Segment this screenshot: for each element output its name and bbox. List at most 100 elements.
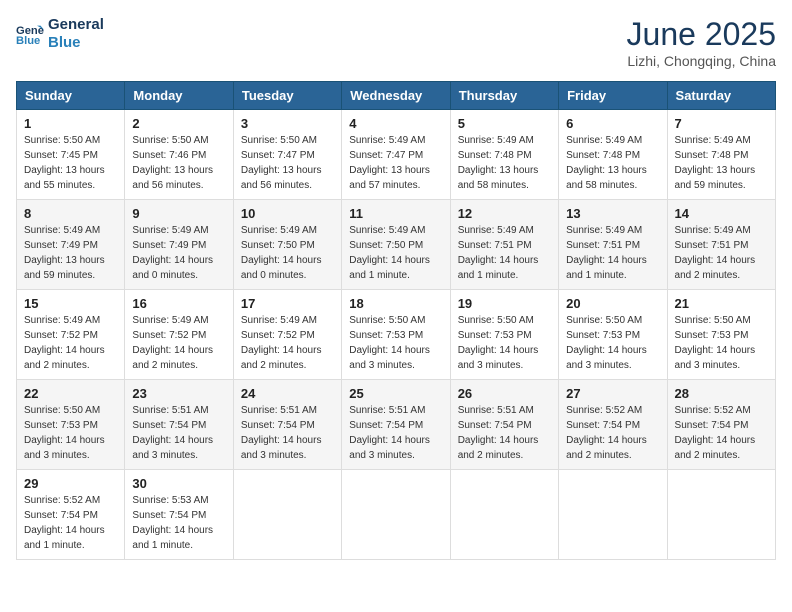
day-info: Sunrise: 5:50 AM Sunset: 7:53 PM Dayligh…	[566, 313, 659, 373]
day-info: Sunrise: 5:50 AM Sunset: 7:53 PM Dayligh…	[458, 313, 551, 373]
calendar-cell: 24Sunrise: 5:51 AM Sunset: 7:54 PM Dayli…	[233, 380, 341, 470]
day-number: 22	[24, 386, 117, 401]
calendar-day-header: Friday	[559, 82, 667, 110]
day-number: 9	[132, 206, 225, 221]
day-number: 7	[675, 116, 768, 131]
calendar-cell: 7 Sunrise: 5:49 AM Sunset: 7:48 PM Daylig…	[667, 110, 775, 200]
day-info: Sunrise: 5:50 AM Sunset: 7:45 PM Dayligh…	[24, 133, 117, 193]
day-info: Sunrise: 5:49 AM Sunset: 7:50 PM Dayligh…	[349, 223, 442, 283]
day-number: 5	[458, 116, 551, 131]
day-info: Sunrise: 5:49 AM Sunset: 7:48 PM Dayligh…	[675, 133, 768, 193]
calendar-cell: 9 Sunrise: 5:49 AM Sunset: 7:49 PM Daylig…	[125, 200, 233, 290]
logo-line1: General	[48, 16, 104, 34]
day-info: Sunrise: 5:49 AM Sunset: 7:52 PM Dayligh…	[132, 313, 225, 373]
day-number: 13	[566, 206, 659, 221]
calendar-cell: 19Sunrise: 5:50 AM Sunset: 7:53 PM Dayli…	[450, 290, 558, 380]
day-info: Sunrise: 5:49 AM Sunset: 7:51 PM Dayligh…	[566, 223, 659, 283]
day-number: 17	[241, 296, 334, 311]
calendar-cell: 21 Sunrise: 5:50 AM Sunset: 7:53 PM Dayli…	[667, 290, 775, 380]
day-number: 6	[566, 116, 659, 131]
day-number: 21	[675, 296, 768, 311]
day-info: Sunrise: 5:50 AM Sunset: 7:46 PM Dayligh…	[132, 133, 225, 193]
calendar-header-row: SundayMondayTuesdayWednesdayThursdayFrid…	[17, 82, 776, 110]
calendar-week-row: 22 Sunrise: 5:50 AM Sunset: 7:53 PM Dayli…	[17, 380, 776, 470]
calendar-cell: 4 Sunrise: 5:49 AM Sunset: 7:47 PM Daylig…	[342, 110, 450, 200]
day-info: Sunrise: 5:52 AM Sunset: 7:54 PM Dayligh…	[24, 493, 117, 553]
calendar-cell	[450, 470, 558, 560]
calendar-week-row: 1 Sunrise: 5:50 AM Sunset: 7:45 PM Daylig…	[17, 110, 776, 200]
calendar-cell: 13 Sunrise: 5:49 AM Sunset: 7:51 PM Dayli…	[559, 200, 667, 290]
day-number: 12	[458, 206, 551, 221]
day-number: 20	[566, 296, 659, 311]
page-header: General Blue General Blue June 2025 Lizh…	[16, 16, 776, 69]
day-number: 4	[349, 116, 442, 131]
day-number: 11	[349, 206, 442, 221]
calendar-cell: 27 Sunrise: 5:52 AM Sunset: 7:54 PM Dayli…	[559, 380, 667, 470]
day-info: Sunrise: 5:49 AM Sunset: 7:51 PM Dayligh…	[675, 223, 768, 283]
calendar-cell: 25 Sunrise: 5:51 AM Sunset: 7:54 PM Dayli…	[342, 380, 450, 470]
day-info: Sunrise: 5:49 AM Sunset: 7:48 PM Dayligh…	[458, 133, 551, 193]
calendar-week-row: 29 Sunrise: 5:52 AM Sunset: 7:54 PM Dayli…	[17, 470, 776, 560]
day-info: Sunrise: 5:49 AM Sunset: 7:47 PM Dayligh…	[349, 133, 442, 193]
calendar-day-header: Wednesday	[342, 82, 450, 110]
day-info: Sunrise: 5:53 AM Sunset: 7:54 PM Dayligh…	[132, 493, 225, 553]
calendar-cell: 11 Sunrise: 5:49 AM Sunset: 7:50 PM Dayli…	[342, 200, 450, 290]
calendar-subtitle: Lizhi, Chongqing, China	[627, 53, 776, 69]
calendar-cell: 1 Sunrise: 5:50 AM Sunset: 7:45 PM Daylig…	[17, 110, 125, 200]
calendar-cell: 3Sunrise: 5:50 AM Sunset: 7:47 PM Daylig…	[233, 110, 341, 200]
calendar-day-header: Tuesday	[233, 82, 341, 110]
day-number: 10	[241, 206, 334, 221]
day-info: Sunrise: 5:52 AM Sunset: 7:54 PM Dayligh…	[566, 403, 659, 463]
day-number: 29	[24, 476, 117, 491]
day-info: Sunrise: 5:49 AM Sunset: 7:51 PM Dayligh…	[458, 223, 551, 283]
day-info: Sunrise: 5:49 AM Sunset: 7:49 PM Dayligh…	[132, 223, 225, 283]
day-number: 30	[132, 476, 225, 491]
calendar-week-row: 15 Sunrise: 5:49 AM Sunset: 7:52 PM Dayli…	[17, 290, 776, 380]
calendar-body: 1 Sunrise: 5:50 AM Sunset: 7:45 PM Daylig…	[17, 110, 776, 560]
calendar-day-header: Thursday	[450, 82, 558, 110]
calendar-day-header: Monday	[125, 82, 233, 110]
calendar-week-row: 8Sunrise: 5:49 AM Sunset: 7:49 PM Daylig…	[17, 200, 776, 290]
day-number: 25	[349, 386, 442, 401]
calendar-cell: 26 Sunrise: 5:51 AM Sunset: 7:54 PM Dayli…	[450, 380, 558, 470]
calendar-cell: 8Sunrise: 5:49 AM Sunset: 7:49 PM Daylig…	[17, 200, 125, 290]
calendar-cell: 29 Sunrise: 5:52 AM Sunset: 7:54 PM Dayli…	[17, 470, 125, 560]
calendar-day-header: Sunday	[17, 82, 125, 110]
calendar-cell	[559, 470, 667, 560]
logo-icon: General Blue	[16, 20, 44, 48]
logo: General Blue General Blue	[16, 16, 104, 52]
day-info: Sunrise: 5:50 AM Sunset: 7:53 PM Dayligh…	[24, 403, 117, 463]
day-number: 23	[132, 386, 225, 401]
calendar-cell: 16 Sunrise: 5:49 AM Sunset: 7:52 PM Dayli…	[125, 290, 233, 380]
calendar-cell: 5 Sunrise: 5:49 AM Sunset: 7:48 PM Daylig…	[450, 110, 558, 200]
day-info: Sunrise: 5:50 AM Sunset: 7:47 PM Dayligh…	[241, 133, 334, 193]
day-info: Sunrise: 5:51 AM Sunset: 7:54 PM Dayligh…	[132, 403, 225, 463]
day-info: Sunrise: 5:51 AM Sunset: 7:54 PM Dayligh…	[458, 403, 551, 463]
day-number: 1	[24, 116, 117, 131]
day-number: 28	[675, 386, 768, 401]
day-number: 15	[24, 296, 117, 311]
day-number: 26	[458, 386, 551, 401]
calendar-cell: 6 Sunrise: 5:49 AM Sunset: 7:48 PM Daylig…	[559, 110, 667, 200]
calendar-cell: 15 Sunrise: 5:49 AM Sunset: 7:52 PM Dayli…	[17, 290, 125, 380]
calendar-title: June 2025	[627, 16, 776, 53]
calendar-cell: 10 Sunrise: 5:49 AM Sunset: 7:50 PM Dayli…	[233, 200, 341, 290]
day-info: Sunrise: 5:51 AM Sunset: 7:54 PM Dayligh…	[349, 403, 442, 463]
day-info: Sunrise: 5:50 AM Sunset: 7:53 PM Dayligh…	[675, 313, 768, 373]
day-number: 2	[132, 116, 225, 131]
calendar-cell	[667, 470, 775, 560]
day-info: Sunrise: 5:50 AM Sunset: 7:53 PM Dayligh…	[349, 313, 442, 373]
calendar-cell	[342, 470, 450, 560]
calendar-cell: 22 Sunrise: 5:50 AM Sunset: 7:53 PM Dayli…	[17, 380, 125, 470]
day-info: Sunrise: 5:49 AM Sunset: 7:52 PM Dayligh…	[24, 313, 117, 373]
day-info: Sunrise: 5:49 AM Sunset: 7:49 PM Dayligh…	[24, 223, 117, 283]
day-info: Sunrise: 5:49 AM Sunset: 7:48 PM Dayligh…	[566, 133, 659, 193]
day-number: 16	[132, 296, 225, 311]
calendar-cell: 28Sunrise: 5:52 AM Sunset: 7:54 PM Dayli…	[667, 380, 775, 470]
calendar-cell: 12 Sunrise: 5:49 AM Sunset: 7:51 PM Dayli…	[450, 200, 558, 290]
calendar-day-header: Saturday	[667, 82, 775, 110]
day-info: Sunrise: 5:49 AM Sunset: 7:50 PM Dayligh…	[241, 223, 334, 283]
calendar-cell: 20 Sunrise: 5:50 AM Sunset: 7:53 PM Dayli…	[559, 290, 667, 380]
day-number: 18	[349, 296, 442, 311]
day-number: 27	[566, 386, 659, 401]
